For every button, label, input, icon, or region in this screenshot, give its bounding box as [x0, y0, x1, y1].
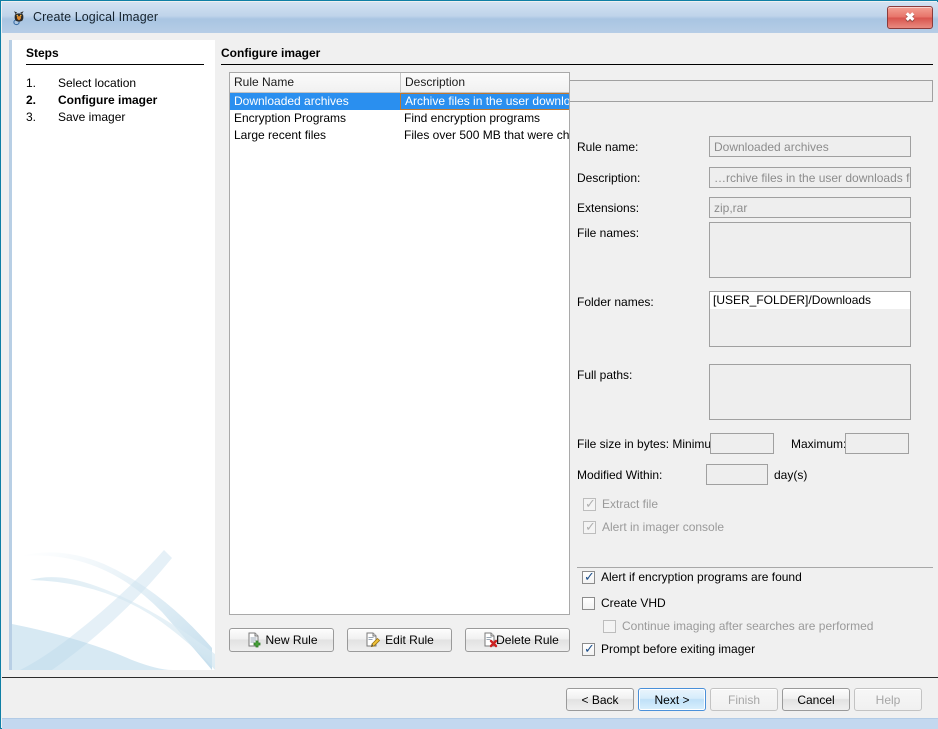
folder-names-label: Folder names: — [577, 295, 654, 309]
alert-encryption-checkbox[interactable]: ✓ — [582, 571, 595, 584]
steps-heading: Steps — [26, 46, 59, 60]
rule-name-input[interactable]: Downloaded archives — [709, 136, 911, 157]
close-button[interactable]: ✖ — [887, 6, 933, 29]
step-label: Select location — [58, 76, 136, 90]
rules-table-header: Rule Name Description — [230, 73, 569, 93]
steps-panel: Steps 1. Select location 2. Configure im… — [9, 40, 215, 670]
new-rule-button[interactable]: New Rule — [229, 628, 334, 652]
modified-within-input[interactable] — [706, 464, 768, 485]
steps-divider — [26, 64, 204, 65]
cell-rule-name: Encryption Programs — [230, 110, 400, 127]
table-row[interactable]: Large recent files Files over 500 MB tha… — [230, 127, 569, 144]
table-row[interactable]: Downloaded archives Archive files in the… — [230, 93, 569, 110]
modified-within-unit-label: day(s) — [774, 468, 807, 482]
back-button[interactable]: < Back — [566, 688, 634, 711]
column-header-description[interactable]: Description — [400, 73, 570, 92]
cell-rule-name: Downloaded archives — [230, 93, 400, 110]
alert-encryption-label: Alert if encryption programs are found — [601, 570, 802, 585]
decorative-swoosh-graphic — [12, 520, 215, 670]
full-paths-label: Full paths: — [577, 368, 632, 382]
folder-names-textarea[interactable]: [USER_FOLDER]/Downloads — [709, 291, 911, 347]
autopsy-dog-icon — [10, 9, 28, 27]
cell-description: Files over 500 MB that were cha... — [400, 127, 570, 144]
button-label: Delete Rule — [466, 629, 569, 651]
extract-file-label: Extract file — [602, 497, 658, 512]
close-icon: ✖ — [888, 7, 932, 28]
wizard-content: Steps 1. Select location 2. Configure im… — [2, 33, 938, 677]
button-label: New Rule — [230, 629, 333, 651]
prompt-before-exit-label: Prompt before exiting imager — [601, 642, 755, 657]
file-size-max-input[interactable] — [845, 433, 909, 454]
next-button[interactable]: Next > — [638, 688, 706, 711]
step-label: Save imager — [58, 110, 125, 124]
edit-rule-button[interactable]: Edit Rule — [347, 628, 452, 652]
file-names-label: File names: — [577, 226, 639, 240]
full-paths-textarea[interactable] — [709, 364, 911, 420]
cell-description: Archive files in the user downlo... — [400, 93, 570, 110]
delete-rule-button[interactable]: Delete Rule — [465, 628, 570, 652]
button-label: Next > — [639, 689, 705, 710]
title-bar: Create Logical Imager ✖ — [2, 2, 938, 34]
file-size-min-input[interactable] — [710, 433, 774, 454]
options-divider — [577, 567, 933, 568]
alert-in-console-label: Alert in imager console — [602, 520, 724, 535]
step-number: 3. — [26, 110, 48, 124]
create-logical-imager-window: Create Logical Imager ✖ Steps 1. Select … — [0, 0, 938, 729]
help-button: Help — [854, 688, 922, 711]
cell-description: Find encryption programs — [400, 110, 570, 127]
step-number: 2. — [26, 93, 48, 107]
rule-name-label: Rule name: — [577, 140, 638, 154]
folder-names-value: [USER_FOLDER]/Downloads — [710, 292, 910, 309]
file-names-textarea[interactable] — [709, 222, 911, 278]
window-bottom-strip — [2, 718, 938, 729]
description-input[interactable]: …rchive files in the user downloads fold… — [709, 167, 911, 188]
description-label: Description: — [577, 171, 640, 185]
extensions-label: Extensions: — [577, 201, 639, 215]
continue-imaging-checkbox[interactable] — [603, 620, 616, 633]
button-label: Help — [855, 689, 921, 710]
column-header-rule-name[interactable]: Rule Name — [230, 73, 400, 92]
file-size-min-label: File size in bytes: Minimum: — [577, 437, 724, 451]
configure-imager-panel: Configure imager Configuration rule file… — [221, 40, 933, 670]
window-title: Create Logical Imager — [33, 10, 158, 24]
panel-heading: Configure imager — [221, 46, 320, 60]
panel-heading-divider — [221, 64, 933, 65]
alert-in-console-checkbox[interactable]: ✓ — [583, 521, 596, 534]
continue-imaging-label: Continue imaging after searches are perf… — [622, 619, 873, 634]
file-size-max-label: Maximum: — [791, 437, 846, 451]
step-number: 1. — [26, 76, 48, 90]
step-label: Configure imager — [58, 93, 157, 107]
extract-file-checkbox[interactable]: ✓ — [583, 498, 596, 511]
prompt-before-exit-checkbox[interactable]: ✓ — [582, 643, 595, 656]
wizard-button-bar: < Back Next > Finish Cancel Help — [2, 677, 938, 719]
modified-within-label: Modified Within: — [577, 468, 662, 482]
button-label: Cancel — [783, 689, 849, 710]
create-vhd-checkbox[interactable] — [582, 597, 595, 610]
button-label: < Back — [567, 689, 633, 710]
finish-button: Finish — [710, 688, 778, 711]
create-vhd-label: Create VHD — [601, 596, 666, 611]
table-row[interactable]: Encryption Programs Find encryption prog… — [230, 110, 569, 127]
cell-rule-name: Large recent files — [230, 127, 400, 144]
extensions-input[interactable]: zip,rar — [709, 197, 911, 218]
button-label: Finish — [711, 689, 777, 710]
cancel-button[interactable]: Cancel — [782, 688, 850, 711]
button-label: Edit Rule — [348, 629, 451, 651]
rules-table[interactable]: Rule Name Description Downloaded archive… — [229, 72, 570, 615]
